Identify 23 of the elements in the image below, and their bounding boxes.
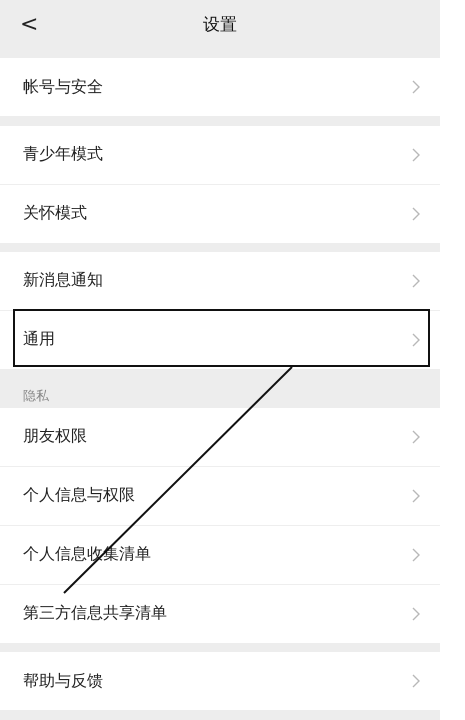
- chevron-icon: [412, 488, 420, 503]
- back-button[interactable]: <: [14, 12, 44, 37]
- settings-item[interactable]: 个人信息与权限: [0, 466, 440, 526]
- item-label: 新消息通知: [23, 270, 103, 292]
- chevron-icon: [412, 430, 420, 444]
- item-label: 关怀模式: [23, 203, 87, 224]
- chevron-icon: [412, 148, 420, 162]
- chevron-icon: [412, 606, 420, 621]
- section-title: 隐私: [22, 388, 50, 406]
- item-label: 个人信息与权限: [23, 485, 135, 506]
- item-label: 帐号与安全: [23, 76, 103, 98]
- item-label: 通用: [23, 329, 55, 350]
- page-title: 设置: [203, 14, 237, 36]
- chevron-icon: [412, 674, 420, 688]
- chevron-icon: [412, 548, 420, 562]
- chevron-icon: [412, 274, 420, 288]
- item-label: 第三方信息共享清单: [23, 603, 167, 624]
- chevron-icon: [412, 332, 420, 347]
- item-label: 青少年模式: [23, 144, 103, 166]
- item-label: 朋友权限: [23, 426, 87, 448]
- chevron-icon: [412, 206, 420, 221]
- item-label: 帮助与反馈: [23, 670, 103, 692]
- chevron-icon: [412, 80, 420, 94]
